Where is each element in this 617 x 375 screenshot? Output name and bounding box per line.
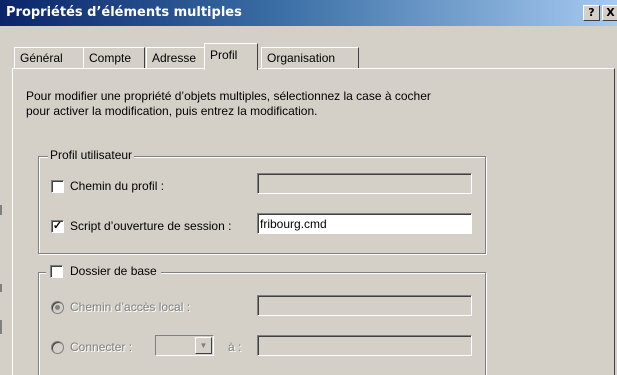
tab-organisation[interactable]: Organisation (261, 47, 359, 68)
chevron-down-icon[interactable]: ▼ (195, 337, 212, 354)
to-label: à : (228, 340, 242, 354)
tab-general[interactable]: Général (14, 47, 84, 68)
tab-label: Compte (89, 51, 132, 65)
logon-script-label: Script d’ouverture de session : (70, 219, 232, 233)
profile-path-checkbox[interactable] (51, 180, 64, 193)
local-path-label: Chemin d’accès local : (70, 300, 191, 314)
window-edge-mark (0, 205, 2, 215)
home-folder-checkbox[interactable] (50, 265, 63, 278)
home-folder-groupbox (38, 272, 486, 375)
window-edge-mark (0, 284, 2, 292)
connect-label: Connecter : (70, 340, 133, 354)
logon-script-field[interactable] (257, 213, 472, 234)
window-title: Propriétés d’éléments multiples (6, 5, 242, 20)
profile-path-label: Chemin du profil : (70, 179, 165, 193)
home-folder-legend-wrap: Dossier de base (46, 264, 161, 278)
radio-selected-dot (55, 305, 60, 310)
description: Pour modifier une propriété d’objets mul… (26, 89, 431, 119)
connect-radio[interactable] (51, 341, 64, 354)
local-path-field[interactable] (257, 295, 472, 316)
check-mark-icon: ✓ (52, 220, 63, 232)
tab-compte[interactable]: Compte (83, 47, 145, 68)
profile-groupbox (38, 156, 486, 254)
drive-letter-combobox[interactable]: ▼ (155, 335, 214, 356)
tab-label: Adresse (152, 51, 197, 65)
close-button[interactable]: X (602, 5, 617, 21)
tab-profil[interactable]: Profil (204, 43, 258, 70)
profile-group-legend: Profil utilisateur (48, 148, 135, 162)
tab-label: Général (20, 51, 63, 65)
home-folder-legend: Dossier de base (70, 264, 157, 278)
logon-script-checkbox[interactable]: ✓ (51, 220, 64, 233)
tab-label: Profil (210, 48, 238, 62)
profile-path-field[interactable] (257, 173, 472, 194)
local-path-radio[interactable] (51, 301, 64, 314)
tab-label: Organisation (267, 51, 336, 65)
help-button[interactable]: ? (583, 5, 600, 21)
connect-path-field[interactable] (257, 335, 472, 356)
description-line-1: Pour modifier une propriété d’objets mul… (26, 89, 431, 103)
tab-adresse[interactable]: Adresse (146, 47, 208, 68)
window-edge-mark (0, 320, 2, 334)
description-line-2: pour activer la modification, puis entre… (26, 104, 318, 118)
